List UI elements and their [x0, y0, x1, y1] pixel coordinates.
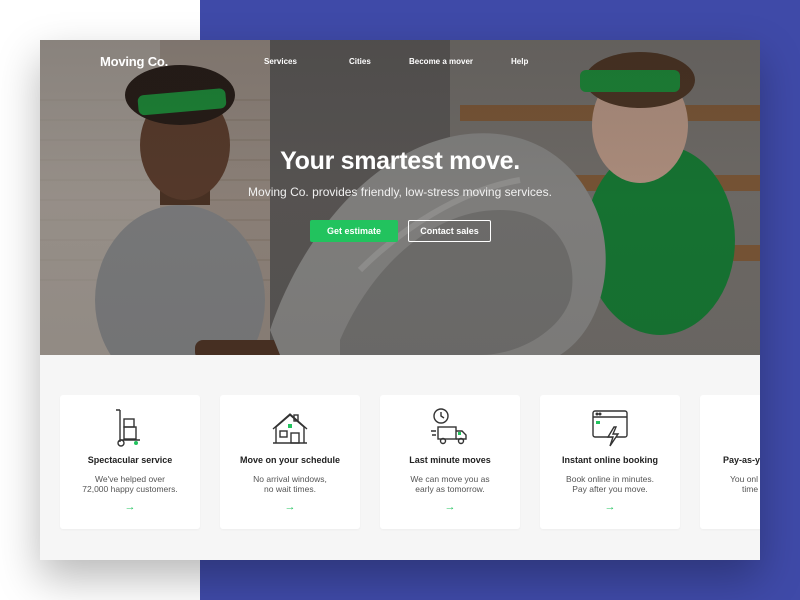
card-description-line: We can move you as	[410, 474, 490, 484]
card-title: Pay-as-y	[723, 455, 760, 465]
card-description-line: Pay after you move.	[572, 484, 648, 494]
card-description-line: time	[742, 484, 759, 494]
feature-card-last-minute-moves[interactable]: Last minute moves We can move you as ear…	[380, 395, 520, 529]
card-description-line: Book online in minutes.	[566, 474, 654, 484]
card-description: We've helped over 72,000 happy customers…	[70, 474, 190, 494]
arrow-right-icon[interactable]: →	[220, 501, 360, 513]
feature-card-instant-online-booking[interactable]: Instant online booking Book online in mi…	[540, 395, 680, 529]
brand-logo[interactable]: Moving Co.	[100, 54, 168, 69]
card-description: You onl time	[730, 474, 760, 494]
arrow-right-icon[interactable]: →	[60, 501, 200, 513]
card-description: We can move you as early as tomorrow.	[390, 474, 510, 494]
card-description-line: We've helped over	[95, 474, 165, 484]
nav-link-become-a-mover[interactable]: Become a mover	[409, 57, 473, 66]
nav-link-services[interactable]: Services	[264, 57, 297, 66]
card-title: Instant online booking	[562, 455, 658, 465]
card-description-line: You onl	[730, 474, 759, 484]
hero-subtitle: Moving Co. provides friendly, low-stress…	[248, 185, 552, 199]
card-title: Last minute moves	[409, 455, 491, 465]
card-title: Move on your schedule	[239, 455, 341, 465]
clock-truck-icon	[380, 407, 520, 447]
house-icon	[220, 407, 360, 447]
partial-icon	[700, 407, 760, 447]
top-nav: Moving Co. Services Cities Become a move…	[40, 54, 760, 74]
card-description-line: No arrival windows,	[253, 474, 327, 484]
browser-lightning-icon	[540, 407, 680, 447]
get-estimate-button[interactable]: Get estimate	[310, 220, 398, 242]
card-description-line: early as tomorrow.	[415, 484, 485, 494]
nav-link-help[interactable]: Help	[511, 57, 528, 66]
arrow-right-icon[interactable]: →	[380, 501, 520, 513]
card-description: No arrival windows, no wait times.	[230, 474, 350, 494]
card-title: Spectacular service	[87, 455, 173, 465]
feature-card-spectacular-service[interactable]: Spectacular service We've helped over 72…	[60, 395, 200, 529]
card-description: Book online in minutes. Pay after you mo…	[550, 474, 670, 494]
arrow-right-icon[interactable]: →	[540, 501, 680, 513]
hand-truck-icon	[60, 407, 200, 447]
hero-title: Your smartest move.	[280, 147, 520, 175]
feature-card-pay-as-you-go[interactable]: Pay-as-y You onl time	[700, 395, 760, 529]
website-mockup: Moving Co. Services Cities Become a move…	[40, 40, 760, 560]
card-description-line: no wait times.	[264, 484, 316, 494]
feature-card-move-on-your-schedule[interactable]: Move on your schedule No arrival windows…	[220, 395, 360, 529]
feature-cards: Spectacular service We've helped over 72…	[40, 355, 760, 560]
nav-link-cities[interactable]: Cities	[349, 57, 371, 66]
card-description-line: 72,000 happy customers.	[82, 484, 178, 494]
contact-sales-button[interactable]: Contact sales	[408, 220, 491, 242]
hero-section: Moving Co. Services Cities Become a move…	[40, 40, 760, 355]
